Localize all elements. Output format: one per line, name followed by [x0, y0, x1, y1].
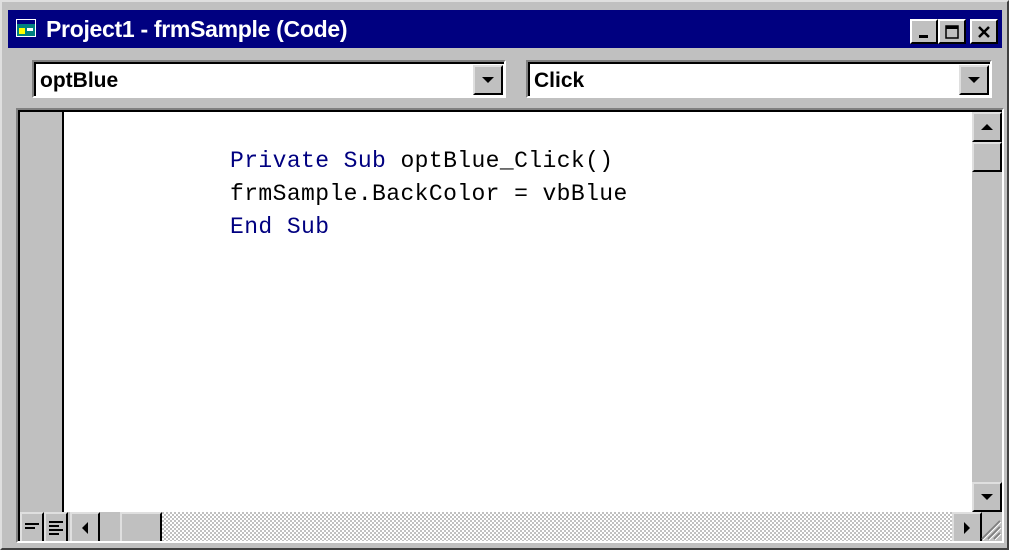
margin-indicator-bar[interactable]	[20, 112, 64, 512]
minimize-button[interactable]	[910, 19, 938, 44]
scroll-left-button[interactable]	[70, 512, 100, 541]
horizontal-scroll-thumb[interactable]	[120, 512, 162, 541]
procedure-dropdown-button[interactable]	[959, 65, 989, 95]
arrow-left-icon	[82, 521, 88, 534]
code-line: End Sub	[88, 188, 329, 266]
vertical-scroll-thumb[interactable]	[972, 142, 1002, 172]
close-icon	[978, 25, 990, 38]
code-editor: Private Sub optBlue_Click() frmSample.Ba…	[16, 108, 1004, 543]
title-bar[interactable]: Project1 - frmSample (Code)	[8, 10, 1002, 48]
close-button[interactable]	[970, 19, 998, 44]
chevron-down-icon	[482, 77, 494, 83]
scroll-up-button[interactable]	[972, 112, 1002, 142]
arrow-right-icon	[964, 521, 970, 534]
procedure-view-button[interactable]	[20, 512, 44, 541]
maximize-icon	[945, 24, 959, 39]
window-title: Project1 - frmSample (Code)	[46, 16, 348, 42]
object-combo-value: optBlue	[40, 69, 119, 92]
full-module-view-button[interactable]	[44, 512, 68, 541]
scroll-down-button[interactable]	[972, 482, 1002, 512]
horizontal-scroll-track[interactable]	[162, 512, 952, 541]
chevron-down-icon	[968, 77, 980, 83]
object-combo[interactable]: optBlue	[32, 60, 506, 98]
resize-grip-icon[interactable]	[976, 515, 1002, 541]
horizontal-scrollbar[interactable]	[20, 512, 1002, 541]
procedure-view-icon	[25, 522, 39, 529]
keyword-token: End Sub	[230, 214, 330, 240]
object-dropdown-button[interactable]	[473, 65, 503, 95]
maximize-button[interactable]	[938, 19, 966, 44]
full-module-view-icon	[49, 520, 63, 535]
app-form-icon	[16, 19, 36, 37]
code-text-area[interactable]: Private Sub optBlue_Click() frmSample.Ba…	[64, 112, 976, 512]
minimize-icon	[919, 34, 928, 38]
arrow-up-icon	[981, 124, 993, 130]
code-window: Project1 - frmSample (Code) optBlue Clic…	[0, 0, 1009, 550]
procedure-combo[interactable]: Click	[526, 60, 992, 98]
vertical-scrollbar[interactable]	[972, 112, 1002, 512]
procedure-combo-value: Click	[534, 69, 585, 92]
arrow-down-icon	[981, 494, 993, 500]
